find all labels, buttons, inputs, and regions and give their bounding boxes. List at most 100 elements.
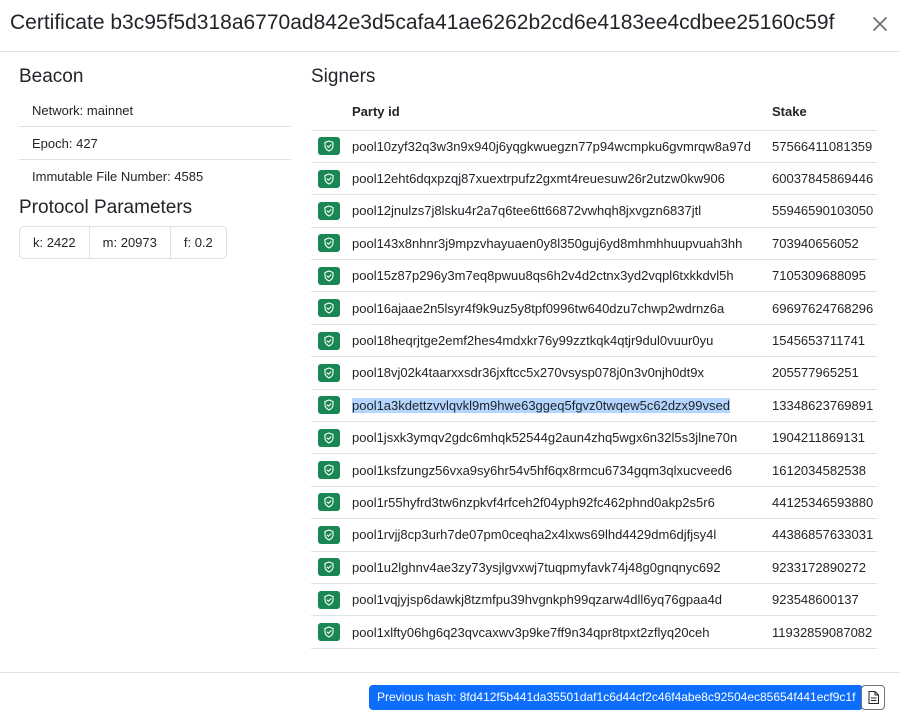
party-id-text: pool1r55hyfrd3tw6nzpkvf4rfceh2f04yph92fc… <box>352 494 715 510</box>
party-id-cell[interactable]: pool143x8nhnr3j9mpzvhayuaen0y8l350guj6yd… <box>352 227 772 261</box>
party-id-cell[interactable]: pool10zyf32q3w3n9x940j6yqgkwuegzn77p94wc… <box>352 130 772 163</box>
table-row: pool10zyf32q3w3n9x940j6yqgkwuegzn77p94wc… <box>311 130 877 163</box>
modal-header: Certificate b3c95f5d318a6770ad842e3d5caf… <box>0 0 900 52</box>
close-icon <box>873 17 887 31</box>
party-id-cell[interactable]: pool16ajaae2n5lsyr4f9k9uz5y8tpf0996tw640… <box>352 291 772 325</box>
shield-check-icon <box>318 169 340 188</box>
table-row: pool16ajaae2n5lsyr4f9k9uz5y8tpf0996tw640… <box>311 291 877 325</box>
party-id-text: pool1xlfty06hg6q23qvcaxwv3p9ke7ff9n34qpr… <box>352 624 710 640</box>
table-row: pool18vj02k4taarxxsdr36jxftcc5x270vsysp0… <box>311 356 877 390</box>
stake-cell: 44386857633031 <box>772 518 877 552</box>
shield-check-icon <box>318 201 340 220</box>
stake-column-header: Stake <box>772 94 877 131</box>
table-row: pool1u2lghnv4ae3zy73ysjlgvxwj7tuqpmyfavk… <box>311 551 877 584</box>
party-id-cell[interactable]: pool1xlfty06hg6q23qvcaxwv3p9ke7ff9n34qpr… <box>352 615 772 649</box>
stake-cell: 7105309688095 <box>772 259 877 293</box>
badge-cell <box>311 518 352 552</box>
shield-check-icon <box>318 525 340 544</box>
party-id-cell[interactable]: pool1u2lghnv4ae3zy73ysjlgvxwj7tuqpmyfavk… <box>352 551 772 584</box>
badge-cell <box>311 194 352 228</box>
table-row: pool1rvjj8cp3urh7de07pm0ceqha2x4lxws69lh… <box>311 518 877 552</box>
table-row: pool1xlfty06hg6q23qvcaxwv3p9ke7ff9n34qpr… <box>311 615 877 649</box>
protocol-parameters-group: k: 2422 m: 20973 f: 0.2 <box>19 226 227 259</box>
party-id-cell[interactable]: pool1jsxk3ymqv2gdc6mhqk52544g2aun4zhq5wg… <box>352 421 772 455</box>
protocol-parameters-title: Protocol Parameters <box>19 197 193 218</box>
party-id-text: pool10zyf32q3w3n9x940j6yqgkwuegzn77p94wc… <box>352 138 751 154</box>
stake-cell: 13348623769891 <box>772 389 877 423</box>
party-id-cell[interactable]: pool1r55hyfrd3tw6nzpkvf4rfceh2f04yph92fc… <box>352 486 772 520</box>
party-id-text: pool18vj02k4taarxxsdr36jxftcc5x270vsysp0… <box>352 365 704 381</box>
party-id-text: pool1ksfzungz56vxa9sy6hr54v5hf6qx8rmcu67… <box>352 462 733 478</box>
party-id-text: pool1u2lghnv4ae3zy73ysjlgvxwj7tuqpmyfavk… <box>352 559 721 575</box>
party-id-cell[interactable]: pool12eht6dqxpzqj87xuextrpufz2gxmt4reues… <box>352 162 772 196</box>
stake-cell: 44125346593880 <box>772 486 877 520</box>
shield-check-icon <box>318 623 340 642</box>
party-id-text: pool1vqjyjsp6dawkj8tzmfpu39hvgnkph99qzar… <box>352 592 723 608</box>
table-row: pool12eht6dqxpzqj87xuextrpufz2gxmt4reues… <box>311 162 877 196</box>
stake-cell: 703940656052 <box>772 227 877 261</box>
badge-cell <box>311 324 352 358</box>
beacon-list: Network: mainnet Epoch: 427 Immutable Fi… <box>19 94 291 193</box>
party-id-cell[interactable]: pool1vqjyjsp6dawkj8tzmfpu39hvgnkph99qzar… <box>352 583 772 617</box>
shield-check-icon <box>318 363 340 382</box>
stake-cell: 55946590103050 <box>772 194 877 228</box>
party-id-text: pool18heqrjtge2emf2hes4mdxkr76y99zztkqk4… <box>352 333 714 349</box>
party-id-cell[interactable]: pool18heqrjtge2emf2hes4mdxkr76y99zztkqk4… <box>352 324 772 358</box>
party-id-text: pool12eht6dqxpzqj87xuextrpufz2gxmt4reues… <box>352 171 725 187</box>
badge-cell <box>311 551 352 584</box>
party-id-cell[interactable]: pool12jnulzs7j8lsku4r2a7q6tee6tt66872vwh… <box>352 194 772 228</box>
shield-check-icon <box>318 234 340 253</box>
badge-cell <box>311 389 352 423</box>
left-column: Beacon Network: mainnet Epoch: 427 Immut… <box>19 66 291 259</box>
stake-cell: 11932859087082 <box>772 615 877 649</box>
stake-cell: 205577965251 <box>772 356 877 390</box>
download-button[interactable] <box>861 685 885 710</box>
table-row: pool1vqjyjsp6dawkj8tzmfpu39hvgnkph99qzar… <box>311 583 877 617</box>
table-row: pool1jsxk3ymqv2gdc6mhqk52544g2aun4zhq5wg… <box>311 421 877 455</box>
stake-cell: 923548600137 <box>772 583 877 617</box>
modal-footer: Previous hash: 8fd412f5b441da35501daf1c6… <box>0 672 900 723</box>
party-id-text: pool16ajaae2n5lsyr4f9k9uz5y8tpf0996tw640… <box>352 300 725 316</box>
table-row: pool1r55hyfrd3tw6nzpkvf4rfceh2f04yph92fc… <box>311 486 877 520</box>
badge-cell <box>311 259 352 293</box>
stake-cell: 9233172890272 <box>772 551 877 584</box>
badge-cell <box>311 486 352 520</box>
party-id-cell[interactable]: pool18vj02k4taarxxsdr36jxftcc5x270vsysp0… <box>352 356 772 390</box>
shield-check-icon <box>318 266 340 285</box>
badge-cell <box>311 356 352 390</box>
badge-cell <box>311 227 352 261</box>
table-row: pool18heqrjtge2emf2hes4mdxkr76y99zztkqk4… <box>311 324 877 358</box>
party-id-text: pool1rvjj8cp3urh7de07pm0ceqha2x4lxws69lh… <box>352 527 717 543</box>
stake-cell: 1904211869131 <box>772 421 877 455</box>
modal-title: Certificate b3c95f5d318a6770ad842e3d5caf… <box>10 11 835 34</box>
party-id-cell[interactable]: pool1ksfzungz56vxa9sy6hr54v5hf6qx8rmcu67… <box>352 453 772 487</box>
stake-cell: 1612034582538 <box>772 453 877 487</box>
shield-check-icon <box>318 331 340 350</box>
party-id-cell[interactable]: pool1rvjj8cp3urh7de07pm0ceqha2x4lxws69lh… <box>352 518 772 552</box>
right-column: Signers Party id Stake pool10zyf32q3w3n9… <box>311 66 877 649</box>
party-id-column-header: Party id <box>352 94 772 131</box>
close-button[interactable] <box>868 12 892 36</box>
signers-table: Party id Stake pool10zyf32q3w3n9x940j6yq… <box>311 94 877 649</box>
party-id-cell[interactable]: pool15z87p296y3m7eq8pwuu8qs6h2v4d2ctnx3y… <box>352 259 772 293</box>
badge-cell <box>311 421 352 455</box>
table-row: pool1ksfzungz56vxa9sy6hr54v5hf6qx8rmcu67… <box>311 453 877 487</box>
file-icon <box>868 691 879 704</box>
badge-cell <box>311 453 352 487</box>
party-id-cell[interactable]: pool1a3kdettzvvlqvkl9m9hwe63ggeq5fgvz0tw… <box>352 389 772 423</box>
param-m: m: 20973 <box>90 227 171 258</box>
shield-check-icon <box>318 590 340 609</box>
table-row: pool15z87p296y3m7eq8pwuu8qs6h2v4d2ctnx3y… <box>311 259 877 293</box>
badge-cell <box>311 130 352 163</box>
shield-check-icon <box>318 299 340 318</box>
stake-cell: 69697624768296 <box>772 291 877 325</box>
table-row: pool12jnulzs7j8lsku4r2a7q6tee6tt66872vwh… <box>311 194 877 228</box>
shield-check-icon <box>318 396 340 415</box>
party-id-text: pool1a3kdettzvvlqvkl9m9hwe63ggeq5fgvz0tw… <box>352 397 730 413</box>
table-row: pool143x8nhnr3j9mpzvhayuaen0y8l350guj6yd… <box>311 227 877 261</box>
signers-title: Signers <box>311 66 376 87</box>
previous-hash-button[interactable]: Previous hash: 8fd412f5b441da35501daf1c6… <box>369 685 864 710</box>
badge-cell <box>311 615 352 649</box>
party-id-text: pool143x8nhnr3j9mpzvhayuaen0y8l350guj6yd… <box>352 235 743 251</box>
party-id-text: pool15z87p296y3m7eq8pwuu8qs6h2v4d2ctnx3y… <box>352 268 734 284</box>
